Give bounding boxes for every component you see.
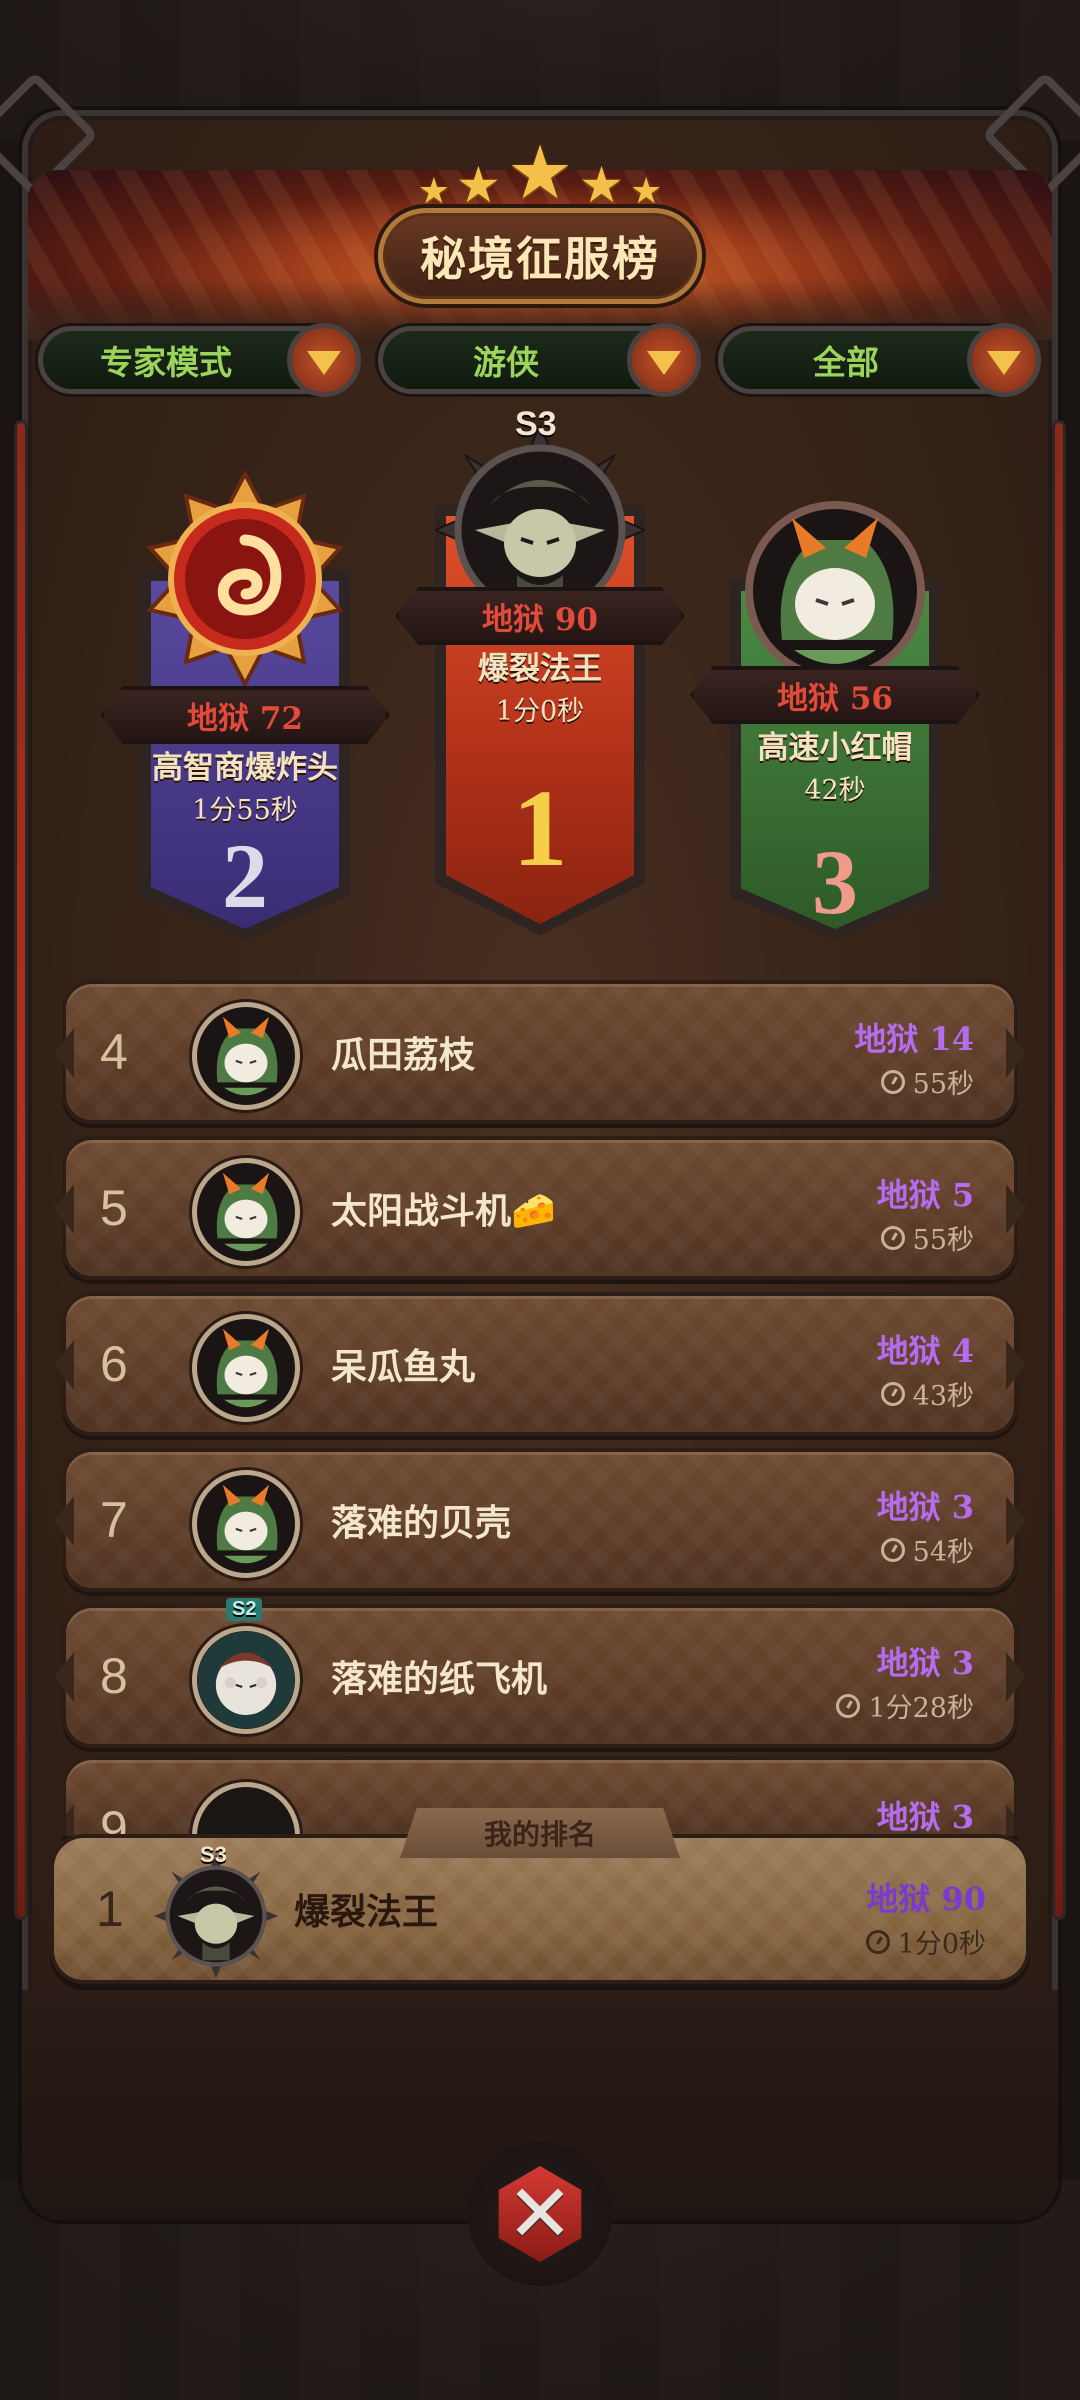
podium-third-level: 地狱 56 bbox=[690, 666, 980, 724]
star-icon: ★ bbox=[417, 171, 450, 212]
row-name: 太阳战斗机🧀 bbox=[331, 1190, 556, 1232]
table-row[interactable]: 4 瓜田荔枝 地狱 14 55秒 bbox=[62, 980, 1018, 1124]
page-title: 秘境征服榜 bbox=[420, 232, 660, 286]
my-rank-tab-label: 我的排名 bbox=[483, 1818, 596, 1851]
clock-icon bbox=[880, 1381, 905, 1406]
star-icon: ★ bbox=[630, 171, 663, 212]
podium-second-level: 地狱 72 bbox=[100, 686, 390, 744]
my-time: 1分0秒 bbox=[865, 1922, 986, 1961]
season-badge: S2 bbox=[226, 1598, 263, 1621]
season-badge: S3 bbox=[200, 1842, 227, 1867]
row-time: 1分28秒 bbox=[836, 1686, 974, 1725]
podium-second-time: 1分55秒 bbox=[192, 795, 298, 826]
close-hex-frame: ✕ bbox=[498, 2166, 582, 2262]
clock-icon bbox=[880, 1225, 905, 1250]
table-row[interactable]: 7 落难的贝壳 地狱 3 54秒 bbox=[62, 1448, 1018, 1592]
row-rank: 4 bbox=[100, 1024, 128, 1080]
podium-second-rank: 2 bbox=[222, 825, 268, 927]
row-time: 55秒 bbox=[880, 1218, 974, 1257]
row-time-value: 43秒 bbox=[912, 1381, 974, 1412]
row-rank: 8 bbox=[100, 1648, 128, 1704]
clock-icon bbox=[880, 1069, 905, 1094]
filter-difficulty[interactable]: 专家模式 bbox=[38, 323, 361, 397]
chevron-down-icon bbox=[987, 351, 1021, 375]
podium-first-time: 1分0秒 bbox=[495, 696, 585, 727]
clock-icon bbox=[880, 1537, 905, 1562]
side-bar-left bbox=[14, 420, 28, 1920]
my-rank: 1 bbox=[96, 1881, 124, 1937]
my-name: 爆裂法王 bbox=[294, 1891, 439, 1933]
row-level: 地狱 5 bbox=[876, 1176, 974, 1214]
filter-difficulty-label: 专家模式 bbox=[100, 343, 232, 382]
my-time-value: 1分0秒 bbox=[897, 1929, 986, 1960]
row-rank: 7 bbox=[100, 1492, 128, 1548]
row-time: 55秒 bbox=[880, 1062, 974, 1101]
clock-icon bbox=[836, 1693, 861, 1718]
table-row[interactable]: 5 太阳战斗机🧀 地狱 5 55秒 bbox=[62, 1136, 1018, 1280]
row-time-value: 54秒 bbox=[912, 1537, 974, 1568]
row-level: 地狱 3 bbox=[876, 1798, 974, 1836]
podium-second-name: 高智商爆炸头 bbox=[152, 750, 338, 786]
dropdown-button[interactable] bbox=[287, 323, 361, 397]
podium-second[interactable]: 地狱 72 高智商爆炸头 1分55秒 2 bbox=[100, 470, 390, 940]
close-button[interactable]: ✕ bbox=[468, 2142, 612, 2286]
fox-hood-avatar bbox=[192, 1158, 300, 1266]
table-row[interactable]: 8 S2 落难的纸飞机 地狱 3 1分28秒 bbox=[62, 1598, 1018, 1748]
filter-scope[interactable]: 全部 bbox=[718, 323, 1041, 397]
chevron-down-icon bbox=[647, 351, 681, 375]
goblin-mage-avatar bbox=[154, 1854, 278, 1978]
fox-hood-avatar bbox=[745, 501, 925, 681]
close-x-icon: ✕ bbox=[506, 2167, 574, 2260]
filter-scope-label: 全部 bbox=[813, 343, 879, 382]
podium-third[interactable]: 地狱 56 高速小红帽 42秒 3 bbox=[690, 500, 980, 940]
my-level: 地狱 90 bbox=[866, 1880, 986, 1918]
row-time-value: 55秒 bbox=[912, 1069, 974, 1100]
dropdown-button[interactable] bbox=[967, 323, 1041, 397]
chevron-down-icon bbox=[307, 351, 341, 375]
row-level: 地狱 3 bbox=[876, 1488, 974, 1526]
row-time: 43秒 bbox=[880, 1374, 974, 1413]
season-badge: S3 bbox=[515, 405, 557, 443]
row-time-value: 55秒 bbox=[912, 1225, 974, 1256]
row-name: 落难的贝壳 bbox=[331, 1502, 512, 1544]
star-icon: ★ bbox=[456, 156, 501, 214]
filter-class-label: 游侠 bbox=[473, 343, 539, 382]
sheep-knight-avatar bbox=[192, 1626, 300, 1734]
podium-first[interactable]: S3 地狱 90 爆裂法王 1分0秒 1 bbox=[395, 405, 685, 935]
row-time-value: 1分28秒 bbox=[868, 1693, 974, 1724]
podium-first-level: 地狱 90 bbox=[395, 587, 685, 645]
row-name: 瓜田荔枝 bbox=[331, 1034, 476, 1076]
podium-third-name: 高速小红帽 bbox=[757, 730, 913, 766]
dropdown-button[interactable] bbox=[627, 323, 701, 397]
goblin-avatar bbox=[192, 1782, 300, 1836]
podium-first-rank: 1 bbox=[512, 767, 568, 889]
row-rank: 6 bbox=[100, 1336, 128, 1392]
row-level: 地狱 4 bbox=[876, 1332, 974, 1370]
star-icon: ★ bbox=[579, 156, 624, 214]
row-level: 地狱 14 bbox=[854, 1020, 974, 1058]
filter-class[interactable]: 游侠 bbox=[378, 323, 701, 397]
row-rank: 5 bbox=[100, 1180, 128, 1236]
clock-icon bbox=[865, 1929, 890, 1954]
fox-hood-avatar bbox=[192, 1002, 300, 1110]
my-rank-tab: 我的排名 bbox=[400, 1808, 680, 1858]
fire-swirl-avatar bbox=[146, 470, 344, 688]
podium-third-rank: 3 bbox=[812, 831, 858, 933]
star-icon: ★ bbox=[506, 130, 574, 216]
title-plate: 秘境征服榜 bbox=[378, 208, 702, 304]
fox-hood-avatar bbox=[192, 1470, 300, 1578]
podium-first-name: 爆裂法王 bbox=[478, 651, 602, 687]
row-level: 地狱 3 bbox=[876, 1644, 974, 1682]
row-name: 呆瓜鱼丸 bbox=[331, 1346, 476, 1388]
fox-hood-avatar bbox=[192, 1314, 300, 1422]
star-rating: ★ ★ ★ ★ ★ bbox=[400, 130, 680, 210]
row-time: 54秒 bbox=[880, 1530, 974, 1569]
side-bar-right bbox=[1052, 420, 1066, 1920]
table-row[interactable]: 6 呆瓜鱼丸 地狱 4 43秒 bbox=[62, 1292, 1018, 1436]
row-rank: 9 bbox=[100, 1801, 128, 1836]
row-name: 落难的纸飞机 bbox=[331, 1658, 548, 1700]
podium-third-time: 42秒 bbox=[804, 775, 866, 806]
